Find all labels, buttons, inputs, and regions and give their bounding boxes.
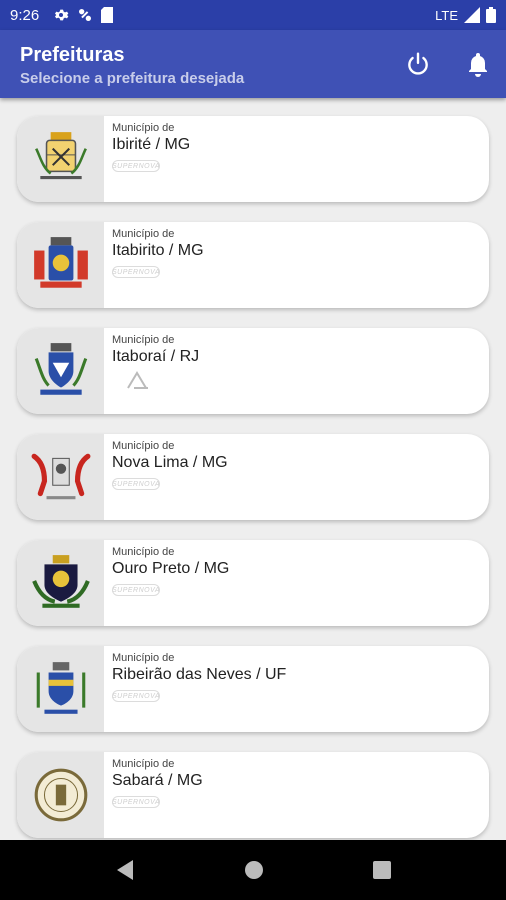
supplier-logo-icon xyxy=(127,371,148,389)
coat-of-arms-thumb xyxy=(17,434,104,520)
back-triangle-icon[interactable] xyxy=(115,859,135,881)
supplier-logo: SUPERNOVA xyxy=(112,478,228,490)
prefeitura-card-ouro-preto[interactable]: Município de Ouro Preto / MG SUPERNOVA xyxy=(17,540,489,626)
nova-lima-coat-of-arms-icon xyxy=(31,453,90,500)
power-icon xyxy=(408,52,428,75)
system-nav-bar xyxy=(0,840,506,900)
settings-gear-icon xyxy=(55,9,69,21)
prefeitura-card-nova-lima[interactable]: Município de Nova Lima / MG SUPERNOVA xyxy=(17,434,489,520)
page-subtitle: Selecione a prefeitura desejada xyxy=(20,70,245,87)
municipio-prefix: Município de xyxy=(112,758,175,770)
prefeituras-list[interactable]: Município de Ibirité / MG SUPERNOVA Muni… xyxy=(0,98,506,840)
prefeitura-card-ribeirao-das-neves[interactable]: Município de Ribeirão das Neves / UF SUP… xyxy=(17,646,489,732)
prefeitura-card-itaborai[interactable]: Município de Itaboraí / RJ xyxy=(17,328,489,414)
supplier-logo: SUPERNOVA xyxy=(112,690,286,702)
municipio-prefix: Município de xyxy=(112,122,175,134)
municipio-name: Ouro Preto / MG xyxy=(112,560,230,577)
municipio-prefix: Município de xyxy=(112,546,175,558)
municipio-name: Itabirito / MG xyxy=(112,242,204,259)
prefeitura-card-sabara[interactable]: Município de Sabará / MG SUPERNOVA xyxy=(17,752,489,838)
itabirito-coat-of-arms-icon xyxy=(33,237,88,288)
supplier-logo: SUPERNOVA xyxy=(112,160,190,172)
network-type: LTE xyxy=(435,7,458,23)
bell-icon xyxy=(469,53,487,77)
status-time: 9:26 xyxy=(10,6,40,24)
municipio-prefix: Município de xyxy=(112,228,175,240)
municipio-name: Itaboraí / RJ xyxy=(112,348,200,365)
app-bar: Prefeituras Selecione a prefeitura desej… xyxy=(0,30,506,98)
municipio-name: Nova Lima / MG xyxy=(112,454,228,471)
logout-button[interactable] xyxy=(402,48,434,80)
page-title: Prefeituras xyxy=(20,44,125,66)
recents-square-icon[interactable] xyxy=(373,861,392,879)
itaborai-coat-of-arms-icon xyxy=(34,343,87,395)
signal-icon xyxy=(464,7,480,23)
ouro-preto-coat-of-arms-icon xyxy=(31,555,90,608)
notifications-button[interactable] xyxy=(462,48,494,80)
coat-of-arms-thumb xyxy=(17,646,104,732)
municipio-name: Sabará / MG xyxy=(112,772,203,789)
wrench-icon xyxy=(79,9,92,21)
coat-of-arms-thumb xyxy=(17,328,104,414)
sabara-seal-icon xyxy=(34,768,87,822)
supplier-logo: SUPERNOVA xyxy=(112,796,203,808)
ibirite-coat-of-arms-icon xyxy=(34,132,87,180)
municipio-name: Ribeirão das Neves / UF xyxy=(112,666,287,683)
coat-of-arms-thumb xyxy=(17,222,104,308)
municipio-prefix: Município de xyxy=(112,440,175,452)
sd-card-icon xyxy=(101,7,114,23)
supplier-logo: SUPERNOVA xyxy=(112,266,204,278)
ribeirao-das-neves-coat-of-arms-icon xyxy=(36,662,85,714)
supplier-logo: SUPERNOVA xyxy=(112,584,229,596)
coat-of-arms-thumb xyxy=(17,752,104,838)
coat-of-arms-thumb xyxy=(17,540,104,626)
prefeitura-card-ibirite[interactable]: Município de Ibirité / MG SUPERNOVA xyxy=(17,116,489,202)
battery-icon xyxy=(486,7,496,23)
municipio-prefix: Município de xyxy=(112,334,175,346)
home-circle-icon[interactable] xyxy=(244,860,264,880)
municipio-name: Ibirité / MG xyxy=(112,136,191,153)
municipio-prefix: Município de xyxy=(112,652,175,664)
prefeitura-card-itabirito[interactable]: Município de Itabirito / MG SUPERNOVA xyxy=(17,222,489,308)
coat-of-arms-thumb xyxy=(17,116,104,202)
status-bar: 9:26 LTE xyxy=(0,0,506,30)
